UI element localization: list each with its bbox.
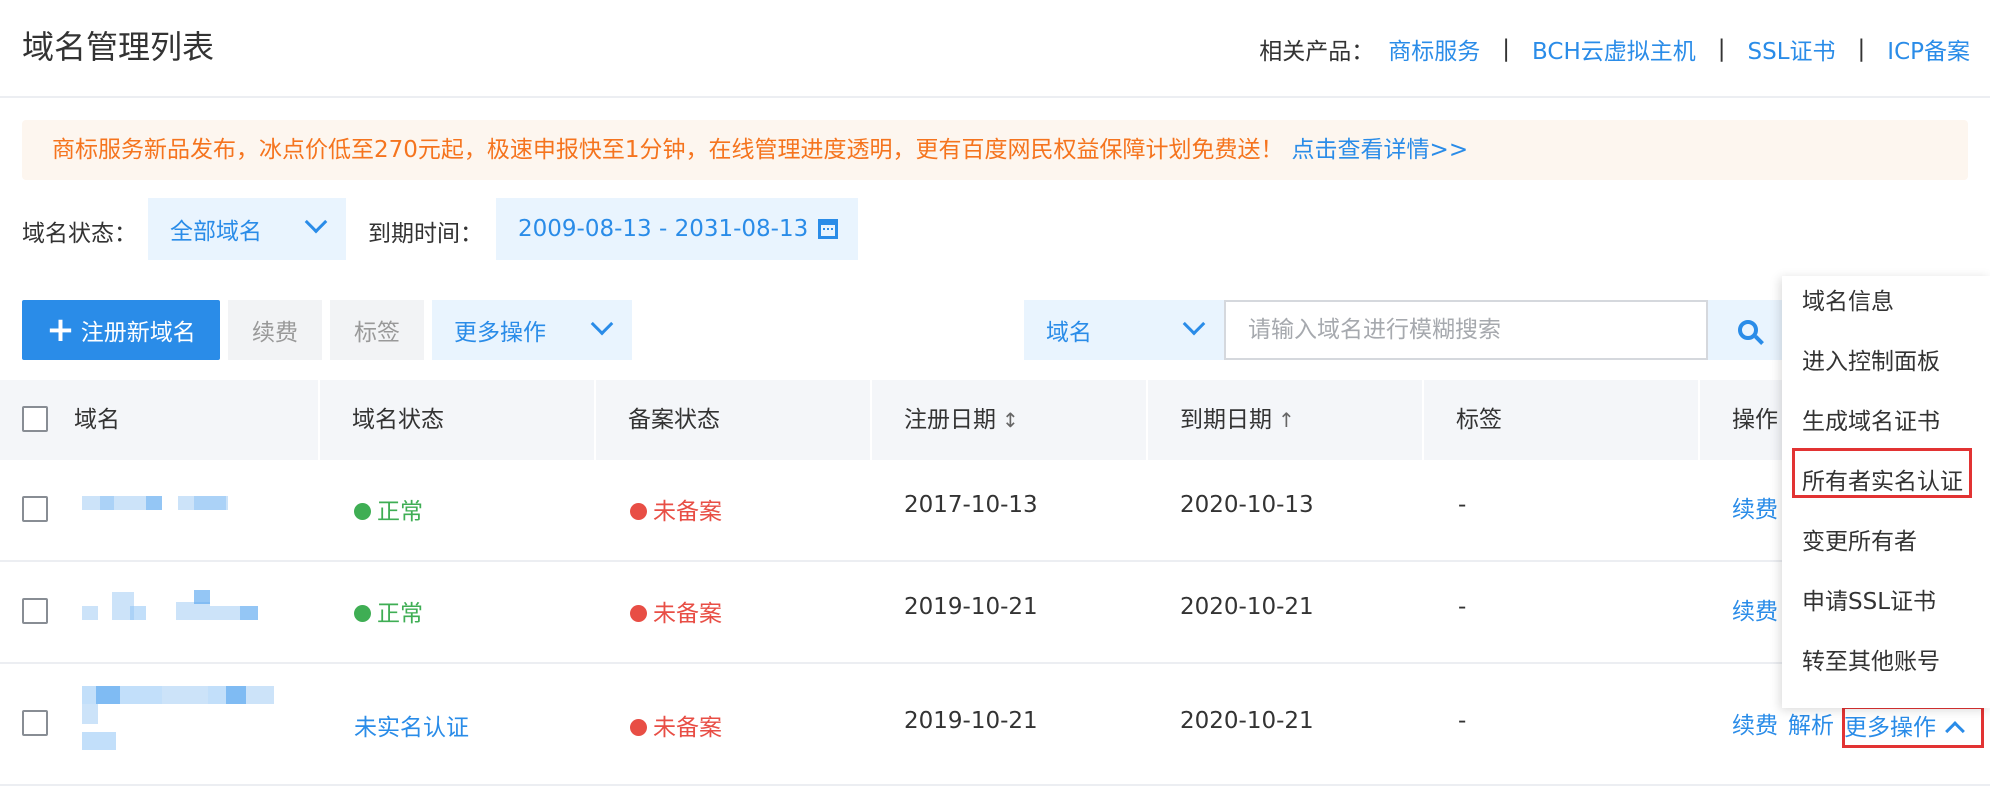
domain-status: 正常 xyxy=(354,594,423,628)
record-status: 未备案 xyxy=(630,594,722,628)
table-row: 正常 未备案 2019-10-21 2020-10-21 - 续费 xyxy=(0,562,1990,664)
menu-item-control-panel[interactable]: 进入控制面板 xyxy=(1802,342,1940,376)
register-domain-button[interactable]: + 注册新域名 xyxy=(22,300,220,360)
real-name-unverified-link[interactable]: 未实名认证 xyxy=(354,708,469,742)
search-button[interactable] xyxy=(1708,300,1788,360)
row-checkbox[interactable] xyxy=(22,710,48,736)
more-actions-label: 更多操作 xyxy=(454,320,546,346)
record-status: 未备案 xyxy=(630,492,722,526)
expire-date-range-picker[interactable]: 2009-08-13 - 2031-08-13 xyxy=(496,198,858,260)
expire-date: 2020-10-13 xyxy=(1180,492,1314,518)
link-ssl-cert[interactable]: SSL证书 xyxy=(1748,32,1836,66)
link-icp-record[interactable]: ICP备案 xyxy=(1887,32,1970,66)
related-products-label: 相关产品： xyxy=(1259,39,1375,65)
record-status: 未备案 xyxy=(630,708,722,742)
status-ok-dot xyxy=(354,605,371,622)
column-header-expire-date[interactable]: 到期日期 ↑ xyxy=(1180,380,1295,460)
column-divider xyxy=(1698,380,1700,460)
highlight-box xyxy=(1792,448,1972,498)
column-header-domain: 域名 xyxy=(74,407,120,433)
search-type-value: 域名 xyxy=(1046,320,1092,346)
domain-status: 正常 xyxy=(354,492,423,526)
page-header: 域名管理列表 相关产品： 商标服务 | BCH云虚拟主机 | SSL证书 | I… xyxy=(0,0,1990,98)
column-divider xyxy=(1146,380,1148,460)
separator: | xyxy=(1857,36,1866,62)
renew-button[interactable]: 续费 xyxy=(228,300,322,360)
column-divider xyxy=(870,380,872,460)
domain-status-text: 正常 xyxy=(377,499,423,525)
expire-filter-label: 到期时间： xyxy=(368,221,483,247)
link-bch-hosting[interactable]: BCH云虚拟主机 xyxy=(1532,32,1696,66)
column-header-record-status: 备案状态 xyxy=(628,407,720,433)
chevron-down-icon xyxy=(304,210,328,234)
status-ok-dot xyxy=(354,503,371,520)
status-filter-value: 全部域名 xyxy=(170,219,262,245)
chevron-down-icon xyxy=(590,312,614,336)
separator: | xyxy=(1502,36,1511,62)
expire-date-header-label: 到期日期 xyxy=(1180,407,1272,433)
status-error-dot xyxy=(630,605,647,622)
row-checkbox[interactable] xyxy=(22,598,48,624)
calendar-icon xyxy=(818,219,839,239)
menu-item-change-owner[interactable]: 变更所有者 xyxy=(1802,522,1917,556)
more-actions-button[interactable]: 更多操作 xyxy=(432,300,632,360)
column-header-operation: 操作 xyxy=(1732,407,1778,433)
separator: | xyxy=(1717,36,1726,62)
record-status-text: 未备案 xyxy=(653,601,722,627)
expire-date: 2020-10-21 xyxy=(1180,708,1314,734)
status-error-dot xyxy=(630,503,647,520)
tag-value: - xyxy=(1458,594,1467,620)
column-header-tag: 标签 xyxy=(1456,407,1502,433)
row-dns-link[interactable]: 解析 xyxy=(1788,706,1834,740)
promo-notice: 商标服务新品发布，冰点价低至270元起，极速申报快至1分钟，在线管理进度透明，更… xyxy=(22,120,1968,180)
tag-value: - xyxy=(1458,708,1467,734)
expire-date: 2020-10-21 xyxy=(1180,594,1314,620)
search-icon xyxy=(1738,320,1758,340)
row-renew-link[interactable]: 续费 xyxy=(1732,592,1778,626)
table-header: 域名 域名状态 备案状态 注册日期 ↕ 到期日期 ↑ 标签 操作 xyxy=(0,380,1990,460)
sort-icon: ↕ xyxy=(1002,408,1019,432)
column-header-domain-status: 域名状态 xyxy=(352,407,444,433)
menu-item-apply-ssl[interactable]: 申请SSL证书 xyxy=(1802,582,1936,616)
column-divider xyxy=(594,380,596,460)
domain-search-input[interactable] xyxy=(1224,300,1708,360)
status-filter-select[interactable]: 全部域名 xyxy=(148,198,346,260)
row-checkbox[interactable] xyxy=(22,496,48,522)
status-error-dot xyxy=(630,719,647,736)
record-status-text: 未备案 xyxy=(653,499,722,525)
menu-item-domain-certificate[interactable]: 生成域名证书 xyxy=(1802,402,1940,436)
sort-ascending-icon: ↑ xyxy=(1278,408,1295,432)
row-renew-link[interactable]: 续费 xyxy=(1732,490,1778,524)
table-row: 正常 未备案 2017-10-13 2020-10-13 - 续费 xyxy=(0,460,1990,562)
record-status-text: 未备案 xyxy=(653,715,722,741)
status-filter-label: 域名状态： xyxy=(22,221,137,247)
column-divider xyxy=(318,380,320,460)
related-products: 相关产品： 商标服务 | BCH云虚拟主机 | SSL证书 | ICP备案 xyxy=(1259,32,1970,66)
menu-item-domain-info[interactable]: 域名信息 xyxy=(1802,282,1894,316)
row-renew-link[interactable]: 续费 xyxy=(1732,706,1778,740)
notice-text: 商标服务新品发布，冰点价低至270元起，极速申报快至1分钟，在线管理进度透明，更… xyxy=(52,137,1284,163)
select-all-checkbox[interactable] xyxy=(22,406,48,432)
chevron-down-icon xyxy=(1182,312,1206,336)
plus-icon: + xyxy=(46,310,75,350)
domain-status-text: 正常 xyxy=(377,601,423,627)
link-trademark-service[interactable]: 商标服务 xyxy=(1388,32,1480,66)
register-date: 2017-10-13 xyxy=(904,492,1038,518)
expire-date-range: 2009-08-13 - 2031-08-13 xyxy=(518,216,809,242)
tag-button[interactable]: 标签 xyxy=(330,300,424,360)
column-header-register-date[interactable]: 注册日期 ↕ xyxy=(904,380,1019,460)
menu-item-transfer-account[interactable]: 转至其他账号 xyxy=(1802,642,1940,676)
table-row: 未实名认证 未备案 2019-10-21 2020-10-21 - 续费 解析 … xyxy=(0,664,1990,786)
page-title: 域名管理列表 xyxy=(22,28,215,66)
search-type-select[interactable]: 域名 xyxy=(1024,300,1224,360)
notice-detail-link[interactable]: 点击查看详情>> xyxy=(1292,137,1469,163)
register-date: 2019-10-21 xyxy=(904,594,1038,620)
register-domain-label: 注册新域名 xyxy=(80,320,196,346)
highlight-box xyxy=(1842,706,1984,748)
tag-value: - xyxy=(1458,492,1467,518)
register-date-header-label: 注册日期 xyxy=(904,407,996,433)
register-date: 2019-10-21 xyxy=(904,708,1038,734)
column-divider xyxy=(1422,380,1424,460)
